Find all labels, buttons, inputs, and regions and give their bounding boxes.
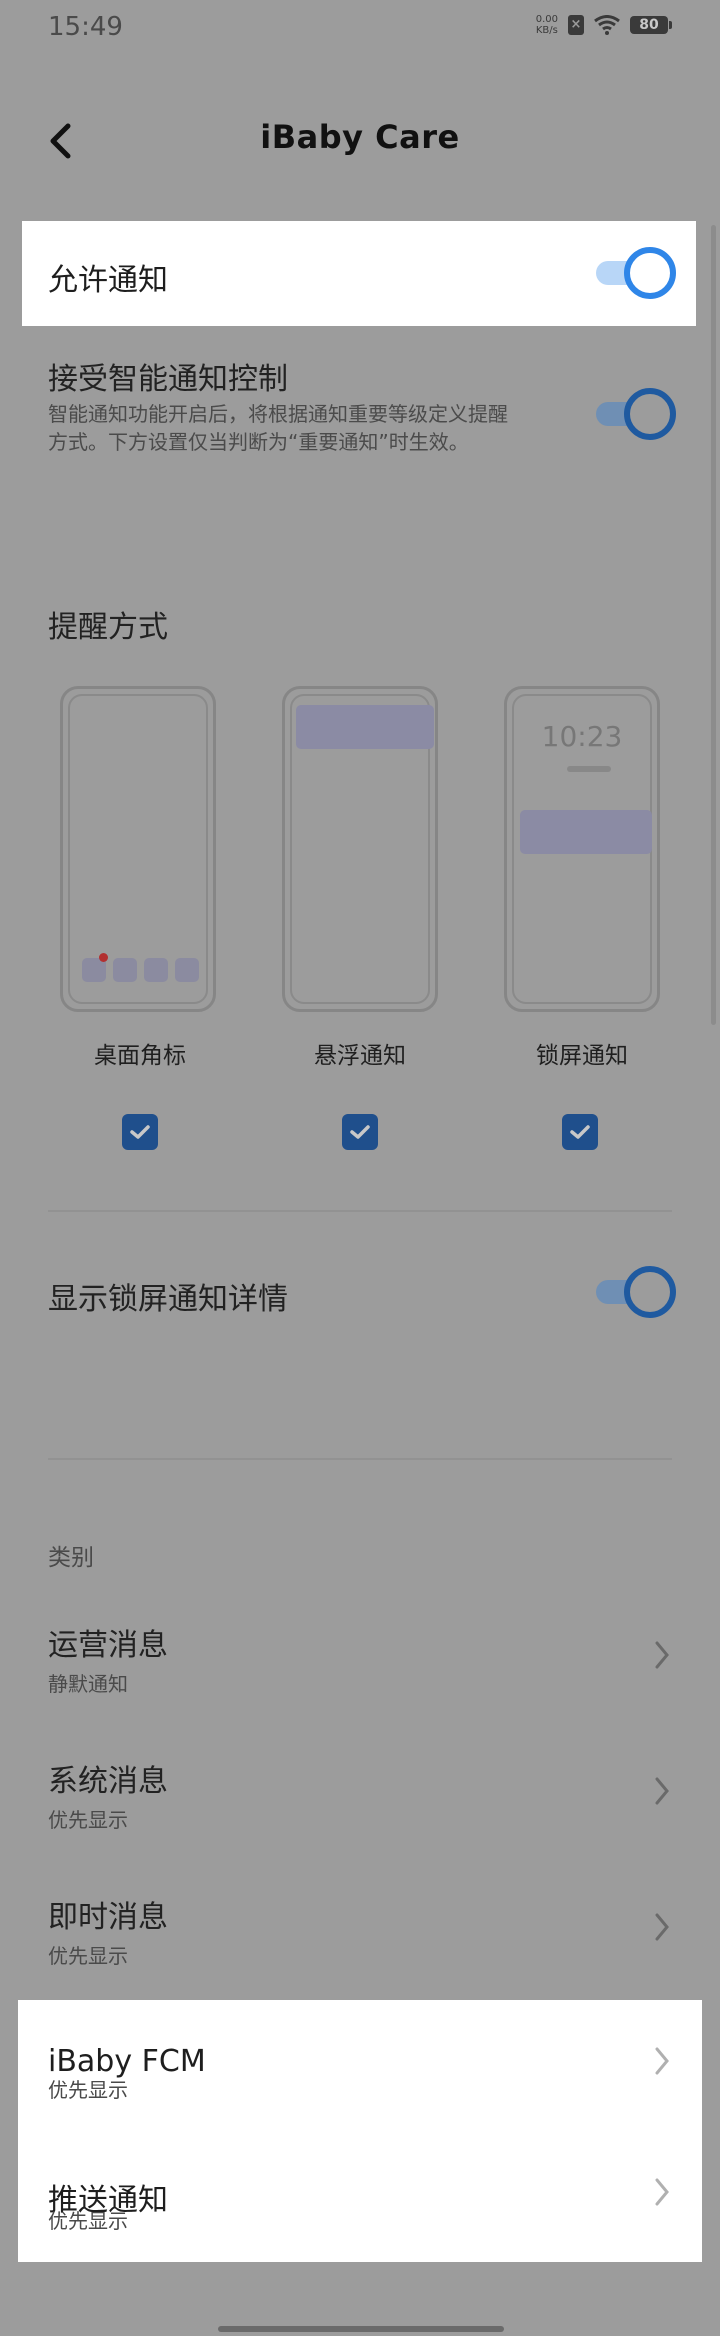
chevron-right-icon — [650, 1910, 674, 1944]
lock-preview-time: 10:23 — [541, 720, 623, 753]
page-title: iBaby Care — [260, 118, 460, 156]
check-icon — [350, 1125, 370, 1139]
mode-label-badge: 桌面角标 — [94, 1043, 186, 1069]
category-row-operations[interactable]: 运营消息 静默通知 — [0, 1616, 720, 1724]
check-icon — [130, 1125, 150, 1139]
badge-checkbox[interactable] — [122, 1114, 158, 1150]
toggle-knob — [624, 388, 676, 440]
smart-control-label: 接受智能通知控制 — [48, 362, 288, 397]
app-icon — [144, 958, 168, 982]
category-row-instant[interactable]: 即时消息 优先显示 — [0, 1888, 720, 1996]
network-speed-unit: KB/s — [535, 25, 558, 36]
lock-details-toggle[interactable] — [592, 1266, 676, 1318]
battery-indicator: 80 — [630, 16, 672, 34]
category-title: 运营消息 — [48, 1628, 168, 1663]
chevron-right-icon — [650, 2044, 674, 2078]
highlighted-categories-card: iBaby FCM 优先显示 推送通知 优先显示 — [18, 2000, 702, 2262]
status-time: 15:49 — [48, 12, 123, 42]
chevron-right-icon — [650, 1774, 674, 1808]
category-subtitle: 优先显示 — [48, 1808, 128, 1832]
category-row-ibaby-fcm[interactable]: iBaby FCM 优先显示 — [18, 2000, 702, 2131]
mode-label-lockscreen: 锁屏通知 — [536, 1043, 628, 1069]
allow-notifications-row[interactable]: 允许通知 — [22, 221, 696, 326]
phone-screen — [68, 694, 208, 1004]
network-speed-value: 0.00 — [535, 14, 558, 25]
toggle-knob — [624, 1266, 676, 1318]
smart-control-toggle[interactable] — [592, 388, 676, 440]
category-subtitle: 优先显示 — [48, 2078, 128, 2102]
status-icons: 0.00 KB/s × 80 — [536, 14, 672, 36]
phone-screen: 10:23 — [512, 694, 652, 1004]
toggle-knob — [624, 247, 676, 299]
home-indicator[interactable] — [218, 2326, 504, 2332]
floating-preview-phone — [282, 686, 438, 1012]
category-title: 系统消息 — [48, 1764, 168, 1799]
app-icon — [113, 958, 137, 982]
reminder-section-title: 提醒方式 — [48, 610, 168, 645]
lock-banner — [520, 810, 652, 854]
no-sim-icon: × — [568, 15, 584, 35]
chevron-right-icon — [650, 2175, 674, 2209]
floating-checkbox[interactable] — [342, 1114, 378, 1150]
lockscreen-preview-phone: 10:23 — [504, 686, 660, 1012]
category-row-system[interactable]: 系统消息 优先显示 — [0, 1752, 720, 1860]
divider — [48, 1458, 672, 1460]
app-icon — [175, 958, 199, 982]
check-icon — [570, 1125, 590, 1139]
category-title: 即时消息 — [48, 1900, 168, 1935]
badge-preview-phone — [60, 686, 216, 1012]
divider — [48, 1210, 672, 1212]
chevron-right-icon — [650, 1638, 674, 1672]
allow-notifications-toggle[interactable] — [592, 247, 676, 299]
phone-screen — [290, 694, 434, 1004]
smart-control-description: 智能通知功能开启后，将根据通知重要等级定义提醒方式。下方设置仅当判断为“重要通知… — [48, 402, 508, 454]
lock-date-line — [567, 766, 611, 772]
lock-details-label: 显示锁屏通知详情 — [48, 1282, 288, 1317]
badge-dot — [99, 953, 108, 962]
category-subtitle: 优先显示 — [48, 2209, 128, 2233]
category-subtitle: 优先显示 — [48, 1944, 128, 1968]
floating-banner — [296, 705, 434, 749]
mode-label-floating: 悬浮通知 — [314, 1043, 406, 1069]
scrollbar[interactable] — [711, 225, 716, 1025]
wifi-icon — [594, 15, 620, 35]
lockscreen-checkbox[interactable] — [562, 1114, 598, 1150]
category-row-push[interactable]: 推送通知 优先显示 — [18, 2131, 702, 2262]
category-subtitle: 静默通知 — [48, 1672, 128, 1696]
allow-notifications-label: 允许通知 — [48, 263, 168, 298]
categories-section-label: 类别 — [48, 1545, 94, 1571]
network-speed: 0.00 KB/s — [536, 14, 558, 36]
